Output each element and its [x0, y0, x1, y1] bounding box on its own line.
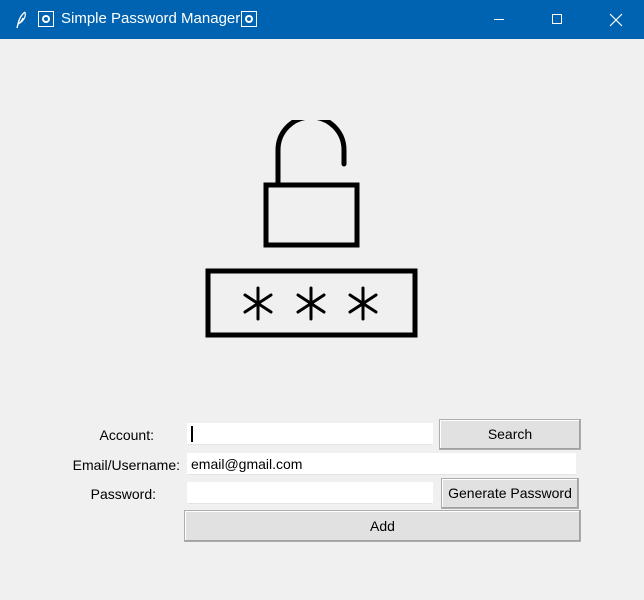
app-window: Simple Password Manager Account: Search …	[0, 0, 644, 600]
asterisk-icon	[243, 286, 273, 321]
text-cursor	[191, 426, 193, 443]
asterisk-icon	[296, 286, 326, 321]
minimize-icon	[494, 19, 504, 20]
account-label: Account:	[99, 427, 154, 443]
password-field-icon	[205, 268, 418, 338]
add-button[interactable]: Add	[184, 510, 581, 542]
unlocked-padlock-icon	[263, 120, 360, 248]
generate-password-button[interactable]: Generate Password	[441, 478, 579, 509]
app-icon	[241, 11, 257, 27]
window-title: Simple Password Manager	[61, 10, 241, 27]
email-username-input[interactable]: email@gmail.com	[187, 453, 576, 475]
password-label: Password:	[90, 486, 156, 502]
email-username-label: Email/Username:	[72, 457, 180, 473]
title-bar: Simple Password Manager	[0, 0, 644, 39]
feather-icon	[16, 11, 26, 29]
account-input[interactable]	[187, 423, 433, 445]
maximize-icon	[552, 14, 562, 24]
close-icon	[609, 13, 623, 27]
app-icon	[38, 11, 54, 27]
close-button[interactable]	[586, 0, 644, 39]
asterisk-icon	[348, 286, 378, 321]
password-input[interactable]	[187, 482, 433, 504]
minimize-button[interactable]	[470, 0, 528, 39]
search-button[interactable]: Search	[439, 419, 581, 450]
maximize-button[interactable]	[528, 0, 586, 39]
password-lock-logo	[205, 120, 418, 338]
